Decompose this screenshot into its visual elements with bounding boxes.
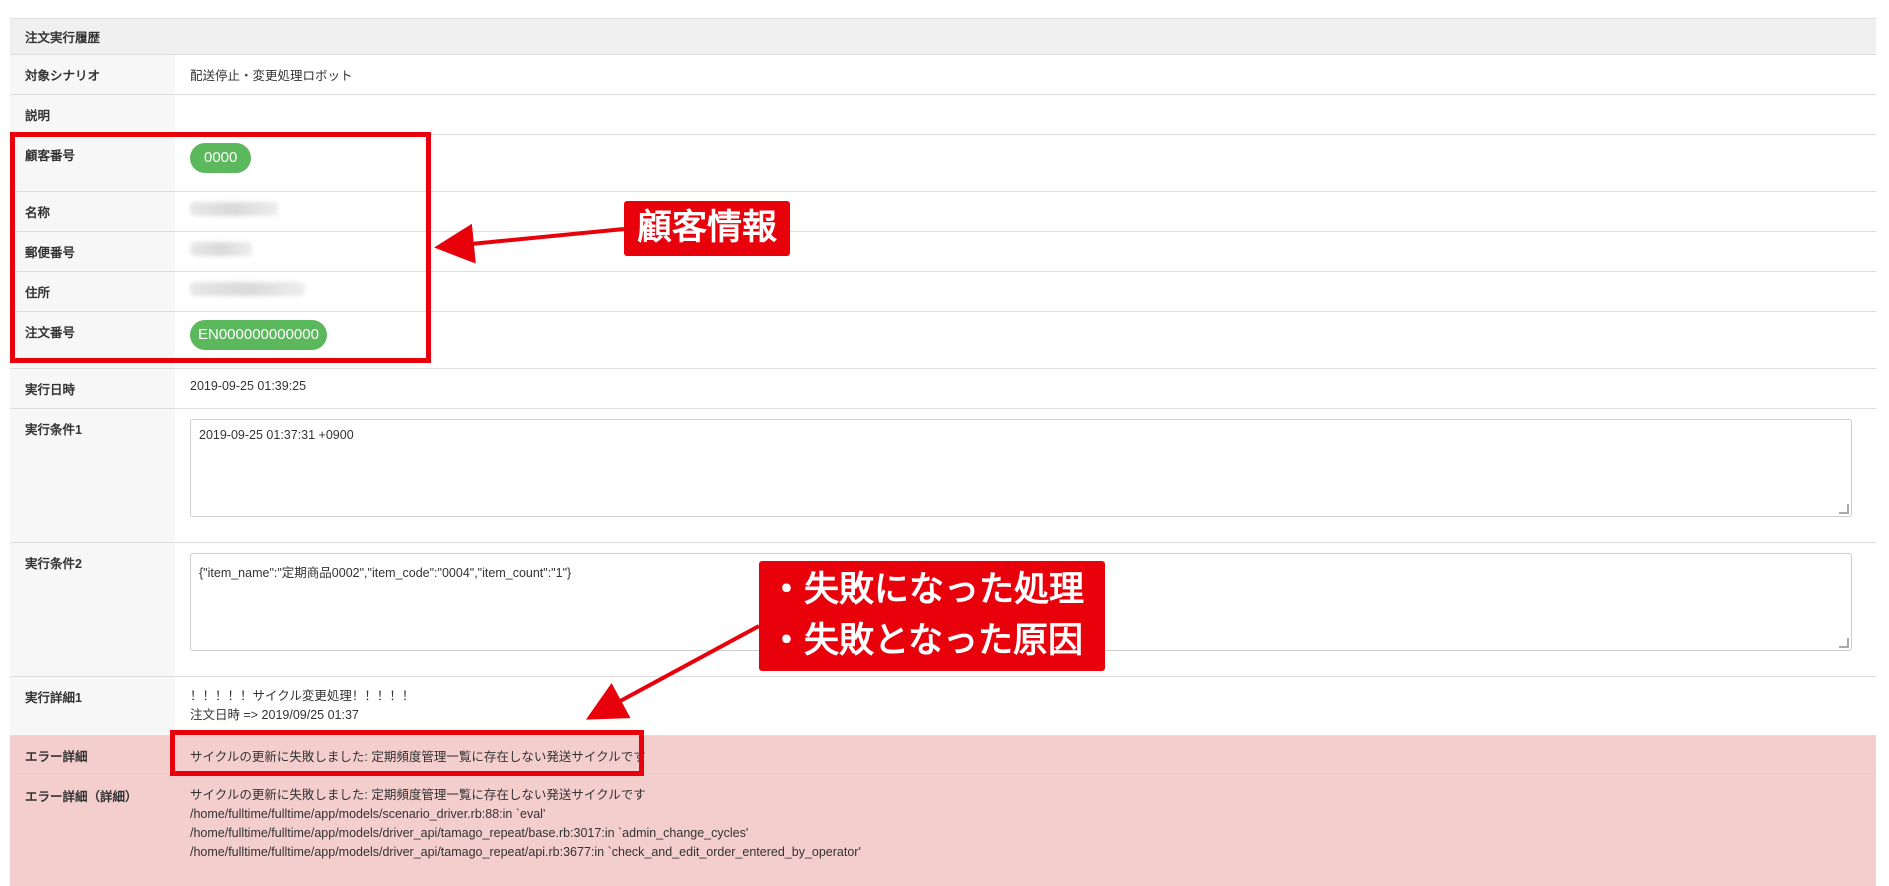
annotation-arrows (434, 223, 760, 720)
failure-arrow (585, 624, 760, 720)
customer-info-arrow (434, 223, 625, 264)
